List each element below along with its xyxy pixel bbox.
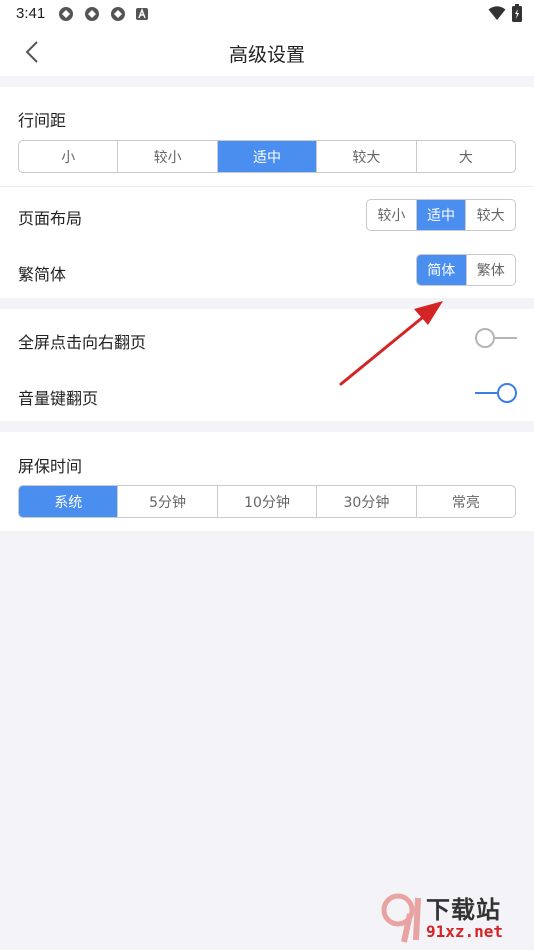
screensaver-option-30min[interactable]: 30分钟 <box>317 486 417 517</box>
page-layout-option-larger[interactable]: 较大 <box>466 200 515 230</box>
toggle-knob <box>497 383 517 403</box>
screensaver-option-5min[interactable]: 5分钟 <box>118 486 218 517</box>
line-spacing-label: 行间距 <box>18 111 67 130</box>
line-spacing-option-medium[interactable]: 适中 <box>217 141 318 172</box>
page-layout-option-smaller[interactable]: 较小 <box>367 200 417 230</box>
watermark: 下载站 91xz.net <box>380 888 530 948</box>
screensaver-option-10min[interactable]: 10分钟 <box>218 486 318 517</box>
page-turn-card: 全屏点击向右翻页 音量键翻页 <box>0 309 534 421</box>
line-spacing-option-smaller[interactable]: 较小 <box>118 141 218 172</box>
app-notification-icon <box>85 7 99 21</box>
screensaver-label: 屏保时间 <box>18 457 83 476</box>
divider <box>0 186 534 187</box>
line-spacing-option-larger[interactable]: 较大 <box>317 141 417 172</box>
script-option-traditional[interactable]: 繁体 <box>467 255 516 285</box>
watermark-brand: 下载站 <box>426 896 501 924</box>
watermark-url: 91xz.net <box>426 922 504 941</box>
script-selector: 简体 繁体 <box>416 254 516 286</box>
screensaver-option-always-on[interactable]: 常亮 <box>417 486 515 517</box>
toggle-knob <box>475 328 495 348</box>
fullscreen-tap-label: 全屏点击向右翻页 <box>18 333 147 352</box>
app-header: 高级设置 <box>0 28 534 76</box>
screensaver-option-system[interactable]: 系统 <box>19 486 119 517</box>
watermark-logo-icon <box>381 893 421 943</box>
screensaver-selector: 系统 5分钟 10分钟 30分钟 常亮 <box>18 485 516 518</box>
volume-key-label: 音量键翻页 <box>18 389 99 408</box>
status-time: 3:41 <box>16 5 46 22</box>
script-label: 繁简体 <box>18 265 67 284</box>
wifi-icon <box>488 6 506 20</box>
line-spacing-selector: 小 较小 适中 较大 大 <box>18 140 516 173</box>
page-title: 高级设置 <box>228 44 305 66</box>
a-icon <box>136 8 148 20</box>
app-notification-icon <box>59 7 73 21</box>
app-notification-icon <box>111 7 125 21</box>
fullscreen-tap-toggle[interactable] <box>475 327 517 349</box>
script-option-simplified[interactable]: 简体 <box>417 255 467 285</box>
page-layout-label: 页面布局 <box>18 209 83 228</box>
status-bar: 3:41 <box>0 0 534 28</box>
page-layout-option-medium[interactable]: 适中 <box>416 200 467 230</box>
line-spacing-option-large[interactable]: 大 <box>417 141 515 172</box>
line-spacing-option-small[interactable]: 小 <box>19 141 119 172</box>
page-layout-selector: 较小 适中 较大 <box>366 199 516 231</box>
battery-icon <box>512 4 522 22</box>
volume-key-toggle[interactable] <box>475 382 517 404</box>
screensaver-card: 屏保时间 系统 5分钟 10分钟 30分钟 常亮 <box>0 432 534 531</box>
reading-settings-card: 行间距 小 较小 适中 较大 大 页面布局 较小 适中 较大 繁简体 简体 繁体 <box>0 87 534 298</box>
status-right <box>488 4 522 22</box>
